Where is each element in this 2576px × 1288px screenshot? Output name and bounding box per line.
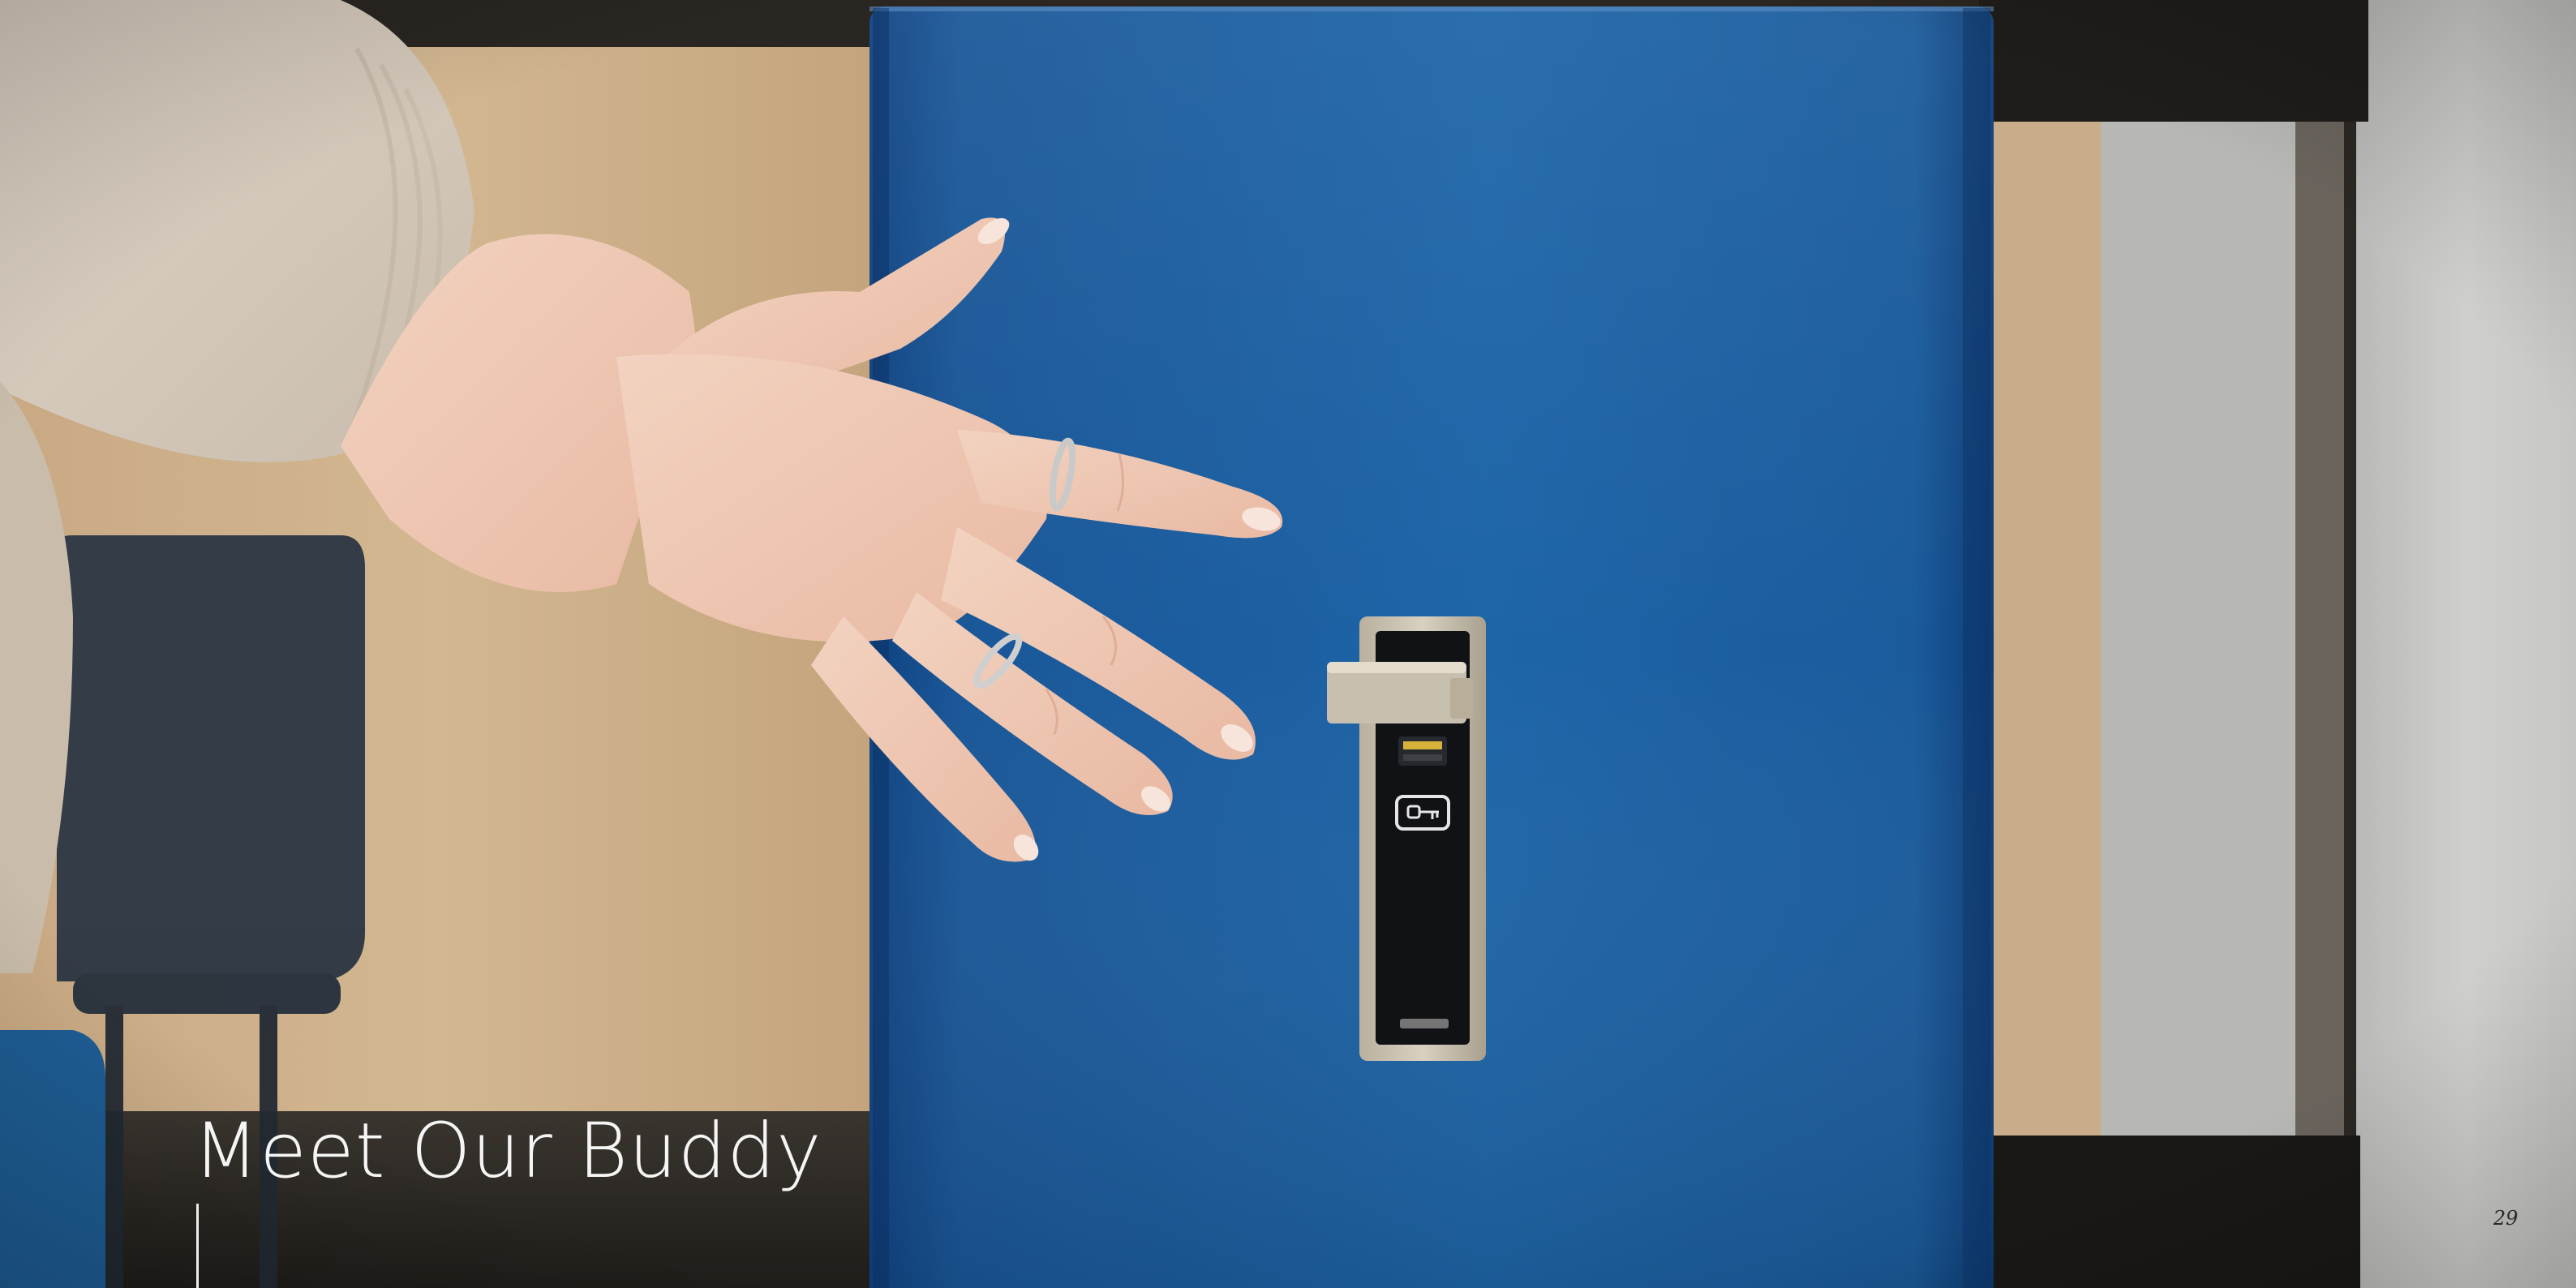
page-number: 29	[2493, 1207, 2518, 1230]
slide-title: Meet Our Buddy	[193, 1107, 822, 1196]
photo-background	[0, 0, 2576, 1288]
title-divider	[196, 1204, 199, 1288]
presentation-slide: Meet Our Buddy 29	[0, 0, 2576, 1288]
